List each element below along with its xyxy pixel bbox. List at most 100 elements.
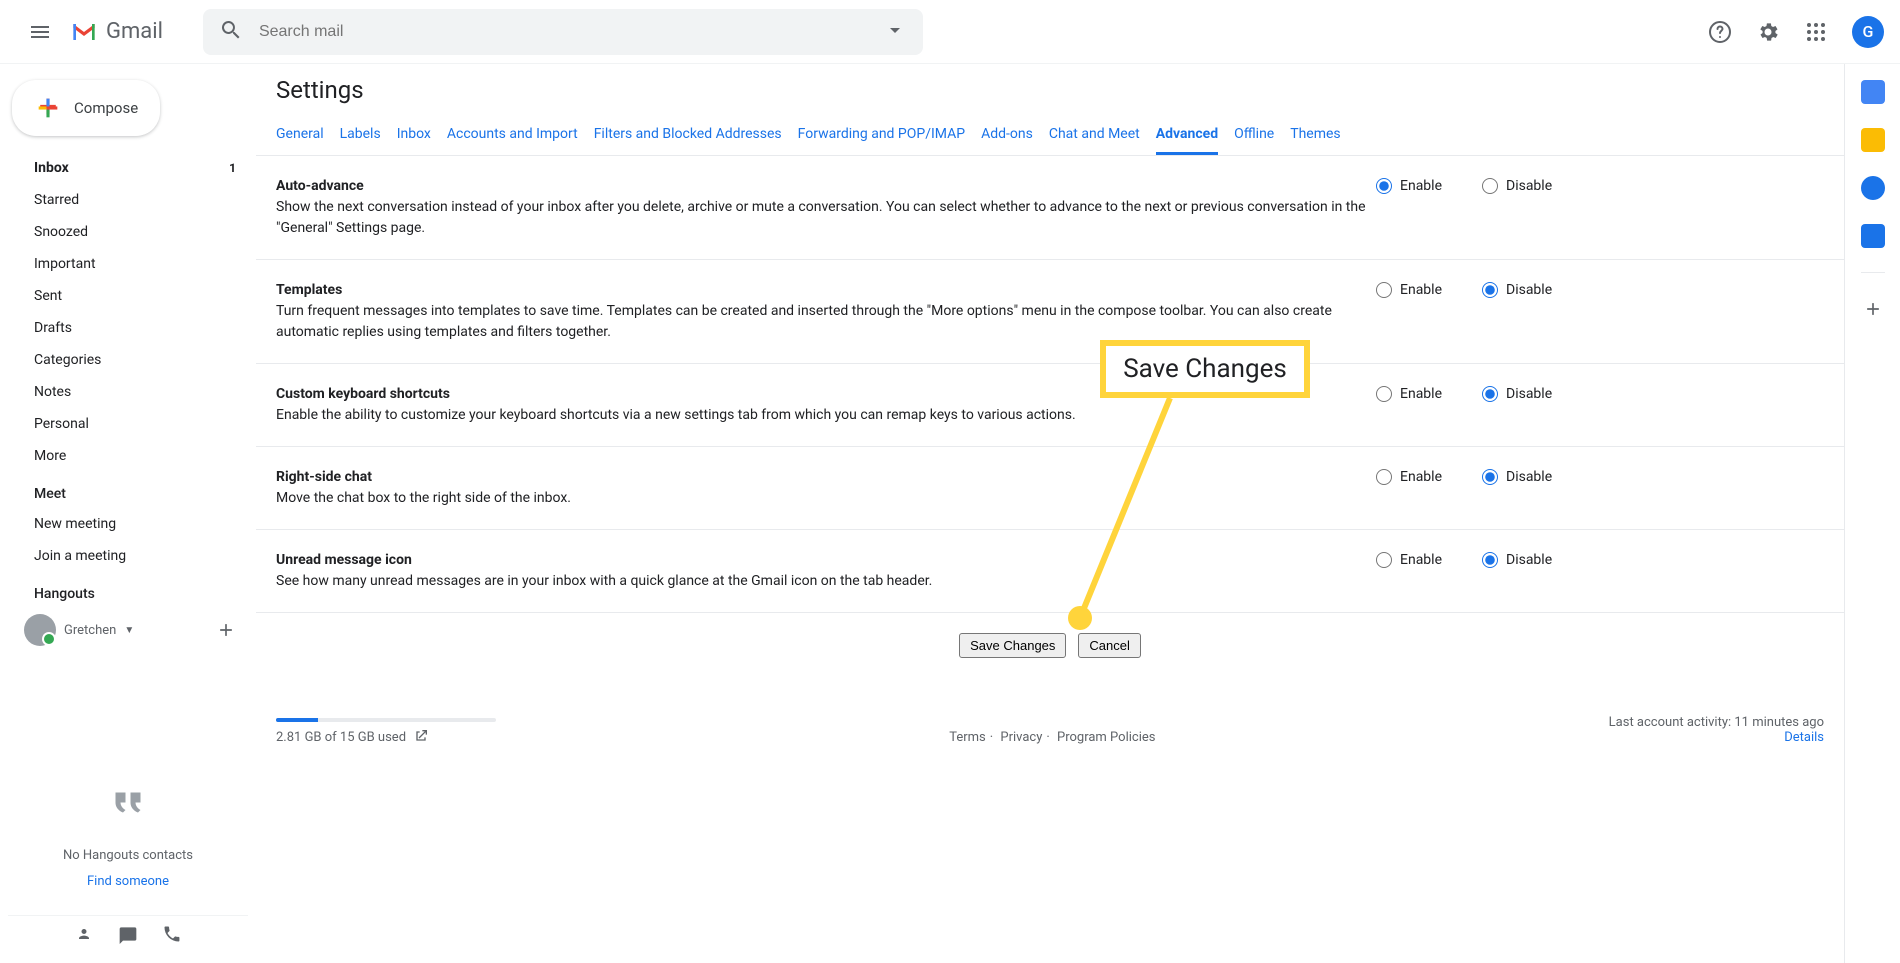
compose-button[interactable]: Compose — [12, 80, 160, 136]
setting-unread-icon: Unread message icon See how many unread … — [256, 530, 1844, 613]
support-button[interactable] — [1700, 12, 1740, 52]
storage-used-text: 2.81 GB of 15 GB used — [276, 730, 406, 745]
meet-join-meeting[interactable]: Join a meeting — [8, 540, 248, 572]
nav-item-label: Important — [34, 256, 96, 272]
setting-desc: Turn frequent messages into templates to… — [276, 303, 1332, 340]
tab-add-ons[interactable]: Add-ons — [981, 116, 1033, 155]
tab-themes[interactable]: Themes — [1290, 116, 1340, 155]
user-avatar-icon — [24, 614, 56, 646]
enable-radio[interactable]: Enable — [1376, 469, 1442, 485]
nav-item-label: Inbox — [34, 160, 69, 176]
tasks-app-icon[interactable] — [1861, 176, 1885, 200]
left-sidebar: Compose Inbox 1 Starred Snoozed Important… — [0, 64, 256, 963]
chevron-down-icon[interactable]: ▼ — [124, 625, 134, 636]
tab-advanced[interactable]: Advanced — [1156, 116, 1218, 155]
disable-radio[interactable]: Disable — [1482, 386, 1552, 402]
nav-sent[interactable]: Sent — [8, 280, 248, 312]
setting-right-side-chat: Right-side chat Move the chat box to the… — [256, 447, 1844, 530]
keep-app-icon[interactable] — [1861, 128, 1885, 152]
enable-radio[interactable]: Enable — [1376, 178, 1442, 194]
tab-chat-meet[interactable]: Chat and Meet — [1049, 116, 1140, 155]
meet-section-header: Meet — [8, 472, 248, 508]
nav-item-label: Starred — [34, 192, 79, 208]
gmail-logo[interactable]: Gmail — [68, 16, 163, 48]
nav-personal[interactable]: Personal — [8, 408, 248, 440]
nav-inbox[interactable]: Inbox 1 — [8, 152, 248, 184]
hangouts-tab-speech-icon[interactable] — [118, 924, 138, 948]
enable-radio[interactable]: Enable — [1376, 386, 1442, 402]
setting-title: Unread message icon — [276, 552, 412, 568]
tab-filters[interactable]: Filters and Blocked Addresses — [594, 116, 782, 155]
page-footer: 2.81 GB of 15 GB used Terms· Privacy· Pr… — [256, 698, 1844, 769]
open-in-new-icon[interactable] — [409, 730, 429, 745]
tab-general[interactable]: General — [276, 116, 324, 155]
meet-new-meeting[interactable]: New meeting — [8, 508, 248, 540]
details-link[interactable]: Details — [1784, 730, 1824, 745]
hangouts-tab-chat-icon[interactable] — [74, 924, 94, 948]
get-addons-button[interactable] — [1861, 297, 1885, 321]
tab-offline[interactable]: Offline — [1234, 116, 1274, 155]
setting-title: Custom keyboard shortcuts — [276, 386, 450, 402]
nav-more[interactable]: More — [8, 440, 248, 472]
terms-link[interactable]: Terms — [949, 730, 986, 745]
tab-labels[interactable]: Labels — [340, 116, 381, 155]
setting-title: Right-side chat — [276, 469, 372, 485]
nav-notes[interactable]: Notes — [8, 376, 248, 408]
tab-inbox[interactable]: Inbox — [397, 116, 431, 155]
nav-drafts[interactable]: Drafts — [8, 312, 248, 344]
setting-desc: Move the chat box to the right side of t… — [276, 490, 571, 506]
calendar-app-icon[interactable] — [1861, 80, 1885, 104]
setting-keyboard-shortcuts: Custom keyboard shortcuts Enable the abi… — [256, 364, 1844, 447]
side-panel-divider — [1861, 272, 1885, 273]
settings-content[interactable]: Auto-advance Show the next conversation … — [256, 156, 1844, 963]
nav-important[interactable]: Important — [8, 248, 248, 280]
right-side-panel — [1844, 64, 1900, 963]
nav-item-label: Drafts — [34, 320, 72, 336]
inbox-count: 1 — [229, 161, 236, 175]
logo-text: Gmail — [106, 19, 163, 44]
search-options-icon[interactable] — [883, 18, 907, 46]
account-avatar[interactable]: G — [1852, 16, 1884, 48]
apps-button[interactable] — [1796, 12, 1836, 52]
settings-button[interactable] — [1748, 12, 1788, 52]
nav-starred[interactable]: Starred — [8, 184, 248, 216]
settings-actions: Save Changes Cancel — [256, 613, 1844, 698]
disable-radio[interactable]: Disable — [1482, 282, 1552, 298]
setting-auto-advance: Auto-advance Show the next conversation … — [256, 156, 1844, 260]
settings-tabs: General Labels Inbox Accounts and Import… — [256, 116, 1844, 156]
nav-item-label: Notes — [34, 384, 71, 400]
compose-plus-icon — [34, 94, 62, 122]
contacts-app-icon[interactable] — [1861, 224, 1885, 248]
enable-radio[interactable]: Enable — [1376, 552, 1442, 568]
main-menu-button[interactable] — [16, 8, 64, 56]
search-input[interactable] — [259, 23, 867, 41]
setting-title: Auto-advance — [276, 178, 364, 194]
search-bar[interactable] — [203, 9, 923, 55]
nav-item-label: Personal — [34, 416, 89, 432]
radio-label: Disable — [1506, 282, 1552, 298]
hangouts-footer-tabs — [8, 915, 248, 955]
enable-radio[interactable]: Enable — [1376, 282, 1442, 298]
program-policies-link[interactable]: Program Policies — [1057, 730, 1155, 745]
hangouts-tab-phone-icon[interactable] — [162, 924, 182, 948]
nav-item-label: More — [34, 448, 66, 464]
setting-title: Templates — [276, 282, 342, 298]
disable-radio[interactable]: Disable — [1482, 178, 1552, 194]
disable-radio[interactable]: Disable — [1482, 469, 1552, 485]
find-someone-link[interactable]: Find someone — [38, 873, 218, 891]
radio-label: Disable — [1506, 386, 1552, 402]
disable-radio[interactable]: Disable — [1482, 552, 1552, 568]
nav-categories[interactable]: Categories — [8, 344, 248, 376]
cancel-button[interactable]: Cancel — [1078, 633, 1140, 658]
hangouts-add-button[interactable] — [212, 616, 240, 644]
save-changes-button[interactable]: Save Changes — [959, 633, 1066, 658]
radio-label: Enable — [1400, 178, 1442, 194]
nav-snoozed[interactable]: Snoozed — [8, 216, 248, 248]
header-right: G — [1700, 12, 1884, 52]
hangouts-user-row[interactable]: Gretchen ▼ — [8, 608, 248, 652]
radio-label: Enable — [1400, 282, 1442, 298]
tab-accounts-import[interactable]: Accounts and Import — [447, 116, 578, 155]
tab-forwarding[interactable]: Forwarding and POP/IMAP — [798, 116, 965, 155]
privacy-link[interactable]: Privacy — [1000, 730, 1042, 745]
meet-list: New meeting Join a meeting — [8, 508, 248, 572]
